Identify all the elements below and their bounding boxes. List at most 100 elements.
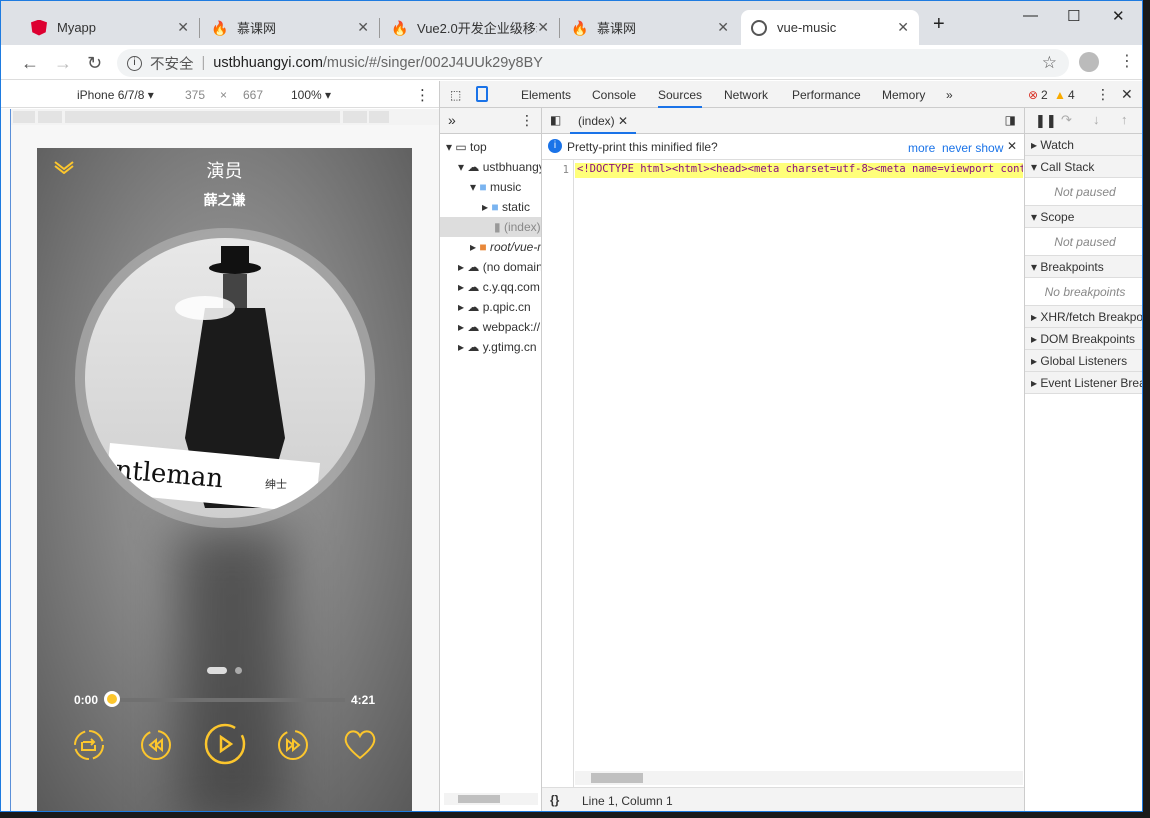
code-editor: ◧ (index) ✕ ◨ i Pretty-print this minifi… (542, 108, 1025, 811)
tab-vue-music[interactable]: vue-music ✕ (741, 10, 919, 45)
reload-button[interactable]: ↻ (87, 53, 102, 74)
device-more-icon[interactable]: ⋮ (415, 86, 430, 104)
tab-label: vue-music (777, 20, 837, 35)
editor-scrollbar[interactable] (575, 771, 1023, 785)
close-tab-icon[interactable]: ✕ (537, 19, 549, 36)
toggle-navigator-icon[interactable]: ◧ (550, 113, 561, 127)
maximize-button[interactable]: ☐ (1067, 7, 1080, 25)
cursor-position: Line 1, Column 1 (582, 794, 673, 808)
progress-bar[interactable] (112, 698, 345, 702)
tab-vue[interactable]: 🔥 Vue2.0开发企业级移动 ✕ (381, 10, 559, 45)
tree-item-domain[interactable]: ▸ ☁ c.y.qq.com (440, 277, 541, 297)
section-call-stack[interactable]: ▾ Call Stack (1025, 156, 1142, 178)
close-devtools-icon[interactable]: ✕ (1121, 86, 1133, 103)
section-watch[interactable]: ▸ Watch (1025, 134, 1142, 156)
tree-item-file[interactable]: ▮ (index) (440, 217, 541, 237)
next-icon[interactable] (277, 729, 309, 761)
tab-imooc[interactable]: 🔥 慕课网 ✕ (201, 10, 379, 45)
pretty-print-button[interactable]: {} (550, 793, 559, 807)
url-field[interactable]: i 不安全 | ustbhuangyi.com/music/#/singer/0… (117, 49, 1069, 77)
step-into-icon[interactable]: ↓ (1093, 112, 1100, 127)
forward-button[interactable]: → (54, 53, 72, 74)
more-link[interactable]: more (908, 141, 935, 155)
warning-icon[interactable]: ▲ (1054, 88, 1066, 102)
tree-item-domain[interactable]: ▾ ☁ ustbhuangyi.com (440, 157, 541, 177)
tab-myapp[interactable]: Myapp ✕ (21, 10, 199, 45)
new-tab-button[interactable]: + (933, 13, 945, 36)
device-toggle-icon[interactable] (476, 86, 488, 102)
close-tab-icon[interactable]: ✕ (897, 19, 909, 36)
menu-icon[interactable]: ⋮ (1119, 51, 1135, 71)
tab-network[interactable]: Network (724, 88, 768, 102)
section-global-listeners[interactable]: ▸ Global Listeners (1025, 350, 1142, 372)
close-tab-icon[interactable]: ✕ (717, 19, 729, 36)
progress-knob[interactable] (104, 691, 120, 707)
section-event-listener-breakpoints[interactable]: ▸ Event Listener Breakpoints (1025, 372, 1142, 394)
tab-sources[interactable]: Sources (658, 88, 703, 108)
singer-name: 薛之谦 (203, 192, 246, 208)
section-breakpoints[interactable]: ▾ Breakpoints (1025, 256, 1142, 278)
tab-memory[interactable]: Memory (882, 88, 925, 102)
star-icon[interactable]: ☆ (1042, 53, 1057, 73)
close-tab-icon[interactable]: ✕ (357, 19, 369, 36)
address-bar-row: ← → ↻ i 不安全 | ustbhuangyi.com/music/#/si… (1, 45, 1142, 80)
more-tabs-icon[interactable]: » (946, 88, 953, 102)
more-panels-icon[interactable]: » (448, 112, 456, 128)
error-icon[interactable]: ⊗ (1028, 88, 1038, 102)
tree-item-domain[interactable]: ▸ ☁ p.qpic.cn (440, 297, 541, 317)
tree-item-folder[interactable]: ▸ ■ root/vue-music (440, 237, 541, 257)
tab-performance[interactable]: Performance (792, 88, 861, 102)
info-icon[interactable]: i (127, 55, 142, 71)
devtools-menu-icon[interactable]: ⋮ (1096, 86, 1110, 103)
step-over-icon[interactable]: ↷ (1061, 112, 1072, 128)
file-navigator: » ⋮ ▾ ▭ top ▾ ☁ ustbhuangyi.com ▾ ■ music… (440, 108, 542, 811)
info-icon: i (548, 139, 562, 153)
tree-item-domain[interactable]: ▸ ☁ (no domain) (440, 257, 541, 277)
step-out-icon[interactable]: ↑ (1121, 112, 1128, 127)
zoom-select[interactable]: 100% ▾ (291, 88, 331, 102)
flame-icon: 🔥 (571, 19, 589, 36)
back-button[interactable]: ← (21, 53, 39, 74)
dot[interactable] (235, 667, 242, 674)
tab-elements[interactable]: Elements (521, 88, 571, 102)
file-tab-index[interactable]: (index) ✕ (570, 108, 637, 134)
code-line[interactable]: <!DOCTYPE html><html><head><meta charset… (575, 163, 1023, 178)
error-count[interactable]: 2 (1041, 88, 1048, 102)
previous-icon[interactable] (140, 729, 172, 761)
avatar[interactable] (1079, 52, 1099, 72)
heart-icon[interactable] (343, 728, 377, 760)
tab-label: 慕课网 (237, 21, 277, 36)
close-tab-icon[interactable]: ✕ (177, 19, 189, 36)
play-icon[interactable] (204, 723, 246, 765)
dot-active[interactable] (207, 667, 227, 674)
pause-icon[interactable]: ❚❚ (1035, 113, 1057, 129)
tree-item-folder[interactable]: ▸ ■ static (440, 197, 541, 217)
section-xhr-breakpoints[interactable]: ▸ XHR/fetch Breakpoints (1025, 306, 1142, 328)
navigator-menu-icon[interactable]: ⋮ (520, 112, 534, 129)
close-infobar-icon[interactable]: ✕ (1007, 139, 1017, 153)
inspect-icon[interactable]: ⬚ (450, 88, 461, 102)
section-scope[interactable]: ▾ Scope (1025, 206, 1142, 228)
minimize-button[interactable]: — (1023, 7, 1038, 24)
section-dom-breakpoints[interactable]: ▸ DOM Breakpoints (1025, 328, 1142, 350)
close-window-button[interactable]: ✕ (1112, 7, 1125, 25)
repeat-mode-icon[interactable] (73, 729, 105, 761)
tree-item-domain[interactable]: ▸ ☁ y.gtimg.cn (440, 337, 541, 357)
tab-imooc-2[interactable]: 🔥 慕课网 ✕ (561, 10, 739, 45)
tab-console[interactable]: Console (592, 88, 636, 102)
toggle-debugger-icon[interactable]: ◨ (1005, 113, 1016, 127)
tree-item-domain[interactable]: ▸ ☁ webpack:// (440, 317, 541, 337)
tab-strip: Myapp ✕ 🔥 慕课网 ✕ 🔥 Vue2.0开发企业级移动 ✕ 🔥 慕课网 ✕ vue-m… (1, 1, 1142, 45)
tree-item-top[interactable]: ▾ ▭ top (440, 137, 541, 157)
device-select[interactable]: iPhone 6/7/8 ▾ (77, 88, 154, 102)
page-dots (207, 667, 242, 674)
media-query-ruler[interactable] (11, 109, 439, 125)
tab-label: Myapp (57, 20, 97, 35)
warning-count[interactable]: 4 (1068, 88, 1075, 102)
tree-item-folder[interactable]: ▾ ■ music (440, 177, 541, 197)
device-width-input[interactable]: 375 (185, 88, 205, 102)
navigator-scrollbar[interactable] (444, 793, 538, 805)
flame-icon: 🔥 (391, 19, 409, 36)
never-show-link[interactable]: never show (942, 141, 1003, 155)
device-height-input[interactable]: 667 (243, 88, 263, 102)
